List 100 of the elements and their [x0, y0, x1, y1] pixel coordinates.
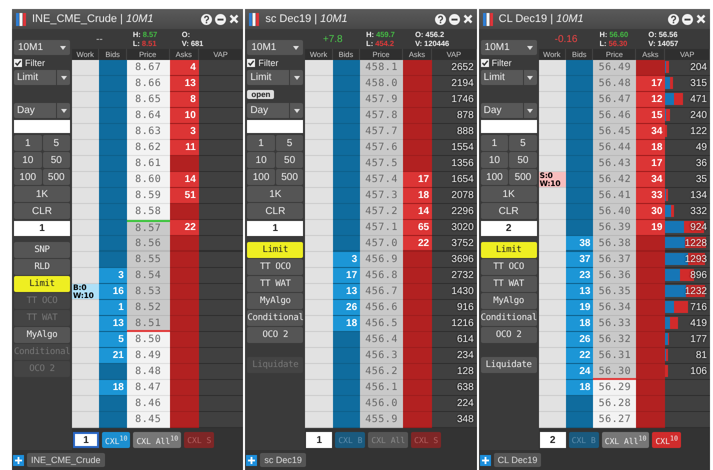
bid-cell[interactable] [99, 252, 127, 268]
bid-cell[interactable] [332, 380, 360, 396]
ask-cell[interactable] [636, 252, 666, 268]
cancel-button[interactable]: CXL All$^{10}$ [602, 432, 650, 448]
bid-cell[interactable] [566, 156, 594, 172]
bid-cell[interactable] [566, 140, 594, 156]
work-cell[interactable] [538, 284, 566, 300]
bid-cell[interactable] [566, 92, 594, 108]
work-cell[interactable] [72, 252, 100, 268]
ask-cell[interactable] [402, 364, 432, 380]
quantity-button[interactable]: 50 [276, 152, 304, 168]
work-cell[interactable] [72, 364, 100, 380]
work-cell[interactable] [305, 316, 333, 332]
work-cell[interactable] [305, 348, 333, 364]
bid-cell[interactable]: 26 [566, 332, 594, 348]
quantity-field[interactable]: 1 [73, 432, 99, 448]
work-cell[interactable] [72, 220, 100, 236]
work-cell[interactable] [538, 204, 566, 220]
quantity-button[interactable]: 100 [14, 169, 42, 185]
work-cell[interactable] [538, 268, 566, 284]
ask-cell[interactable] [170, 268, 199, 284]
work-cell[interactable] [305, 332, 333, 348]
ask-cell[interactable] [636, 236, 666, 252]
account-dropdown[interactable]: 10M1 [480, 40, 537, 55]
ask-cell[interactable] [170, 284, 199, 300]
ask-cell[interactable] [636, 380, 666, 396]
bid-cell[interactable] [99, 172, 127, 188]
filter-checkbox[interactable] [247, 58, 256, 66]
work-cell[interactable] [305, 60, 333, 76]
work-cell[interactable] [72, 60, 100, 76]
bid-cell[interactable] [566, 412, 594, 428]
order-type-dropdown[interactable]: Limit [480, 70, 523, 85]
bid-cell[interactable] [332, 76, 360, 92]
order-type-button[interactable]: OCO 2 [247, 327, 304, 343]
ask-cell[interactable] [402, 300, 432, 316]
work-cell[interactable] [538, 92, 566, 108]
ask-cell[interactable] [402, 140, 432, 156]
bid-cell[interactable]: 18 [566, 316, 594, 332]
bid-cell[interactable] [99, 140, 127, 156]
help-icon[interactable] [668, 14, 679, 24]
work-cell[interactable] [538, 348, 566, 364]
bid-cell[interactable]: 5 [99, 332, 127, 348]
bid-cell[interactable] [99, 108, 127, 124]
bid-cell[interactable]: 13 [566, 284, 594, 300]
ask-cell[interactable] [636, 348, 666, 364]
bid-cell[interactable] [99, 364, 127, 380]
work-cell[interactable] [538, 108, 566, 124]
order-type-button[interactable]: Limit [14, 276, 70, 292]
work-cell[interactable] [538, 252, 566, 268]
bid-cell[interactable] [332, 60, 360, 76]
instrument-tab[interactable]: sc Dec19 [260, 453, 306, 467]
dropdown-button[interactable] [57, 70, 70, 85]
quantity-button[interactable]: 5 [509, 135, 537, 151]
quantity-button[interactable]: 500 [509, 169, 537, 185]
bid-cell[interactable] [99, 92, 127, 108]
work-cell[interactable] [305, 172, 333, 188]
bid-cell[interactable] [99, 124, 127, 140]
ask-cell[interactable] [636, 60, 666, 76]
ask-cell[interactable]: 3 [170, 124, 199, 140]
quantity-button[interactable]: 5 [276, 135, 304, 151]
work-cell[interactable] [72, 380, 100, 396]
dropdown-button[interactable] [57, 103, 70, 118]
ask-cell[interactable] [170, 412, 199, 428]
bid-cell[interactable] [99, 412, 127, 428]
ask-cell[interactable]: 22 [170, 220, 199, 236]
bid-cell[interactable] [566, 172, 594, 188]
work-cell[interactable] [305, 252, 333, 268]
work-cell[interactable] [538, 364, 566, 380]
bid-cell[interactable] [332, 188, 360, 204]
quantity-button[interactable]: CLR [14, 203, 70, 219]
bid-cell[interactable] [332, 156, 360, 172]
ask-cell[interactable]: 13 [170, 76, 199, 92]
bid-cell[interactable] [566, 188, 594, 204]
quantity-button[interactable]: 100 [480, 169, 508, 185]
close-icon[interactable] [696, 14, 706, 24]
ask-cell[interactable]: 34 [636, 124, 666, 140]
price-input-field[interactable] [247, 120, 304, 133]
ask-cell[interactable] [170, 380, 199, 396]
ask-cell[interactable] [636, 300, 666, 316]
bid-cell[interactable] [99, 396, 127, 412]
ask-cell[interactable] [402, 60, 432, 76]
account-dropdown[interactable]: 10M1 [247, 40, 304, 55]
cancel-button[interactable]: CXL All$^{10}$ [133, 432, 182, 448]
bid-cell[interactable] [332, 220, 360, 236]
ask-cell[interactable] [402, 268, 432, 284]
work-cell[interactable] [538, 300, 566, 316]
ask-cell[interactable]: 17 [402, 172, 432, 188]
quantity-button[interactable]: 10 [247, 152, 275, 168]
order-type-button[interactable]: Limit [480, 242, 537, 258]
ask-cell[interactable] [636, 268, 666, 284]
work-cell[interactable] [72, 396, 100, 412]
work-cell[interactable] [72, 348, 100, 364]
ask-cell[interactable]: 11 [170, 140, 199, 156]
order-type-button[interactable]: TT OCO [247, 259, 304, 275]
ask-cell[interactable] [170, 236, 199, 252]
work-cell[interactable] [305, 364, 333, 380]
bid-cell[interactable]: 23 [566, 268, 594, 284]
ask-cell[interactable] [402, 252, 432, 268]
work-cell[interactable] [305, 380, 333, 396]
work-cell[interactable] [72, 172, 100, 188]
